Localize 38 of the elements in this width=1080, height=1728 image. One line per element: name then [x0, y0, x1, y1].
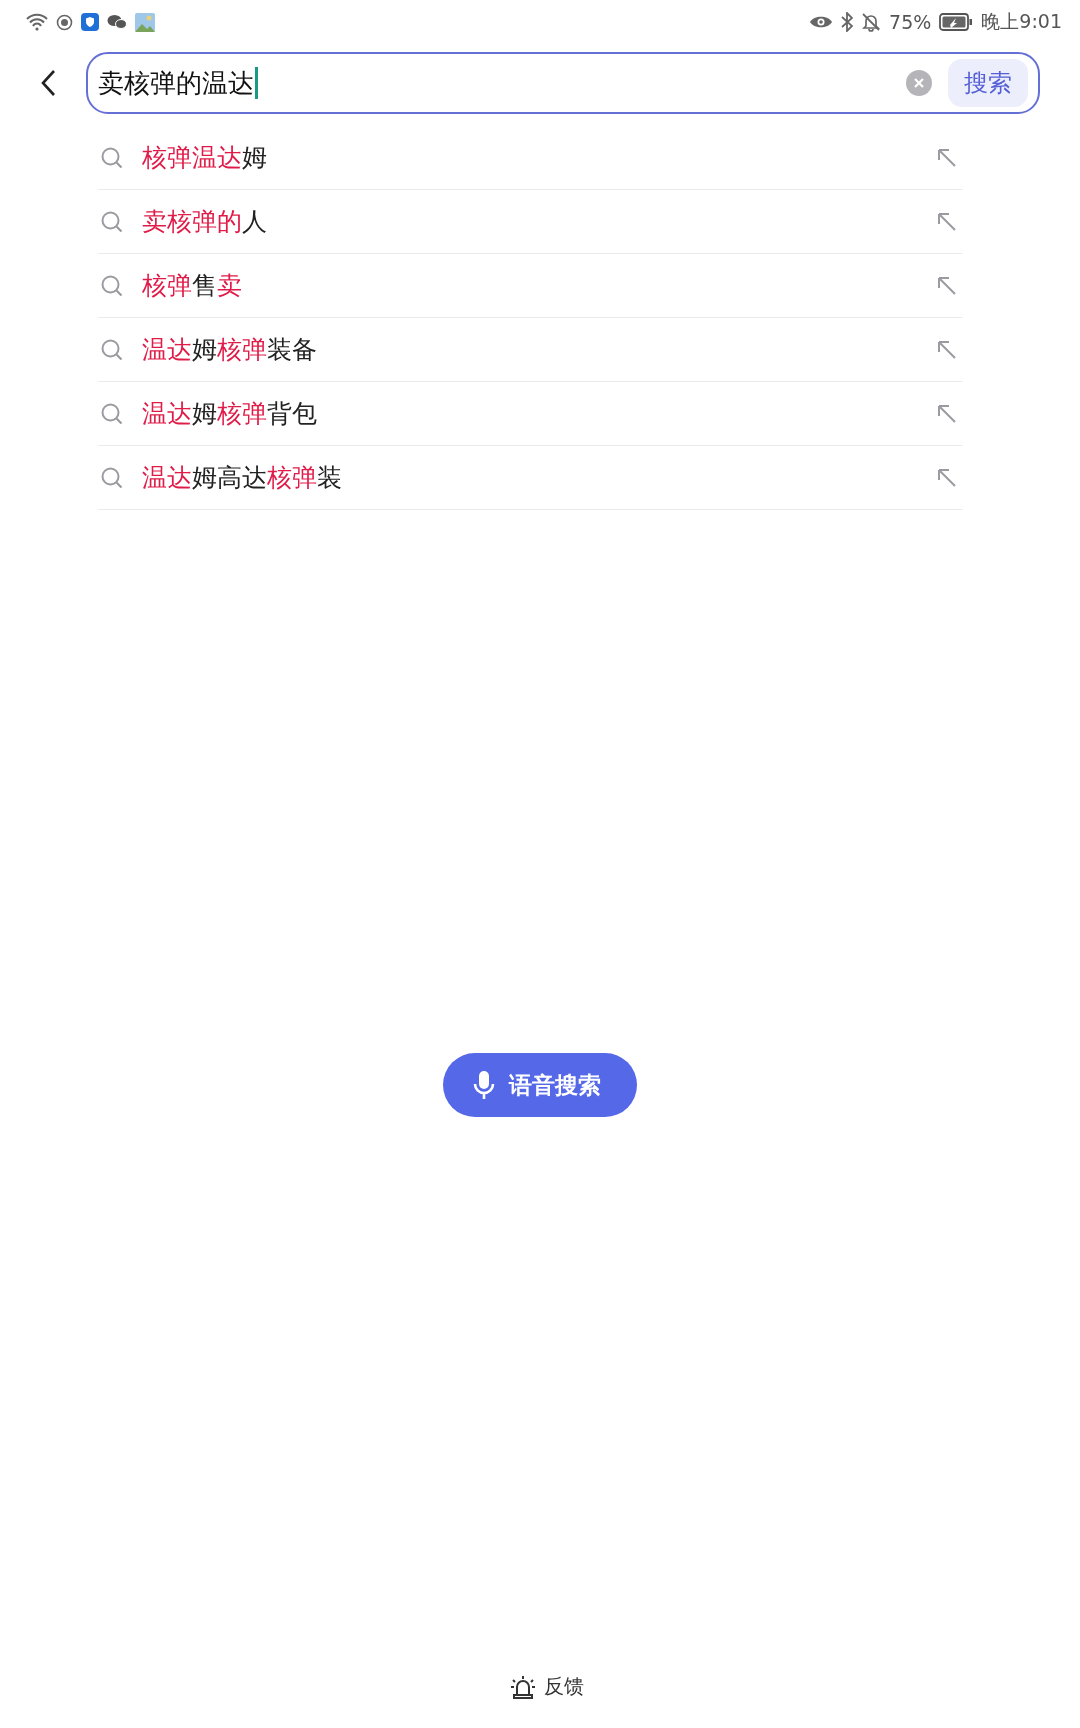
- alarm-light-icon[interactable]: [510, 1674, 536, 1699]
- clear-icon[interactable]: [906, 70, 932, 96]
- suggestion-item[interactable]: 温达姆核弹装备: [142, 333, 937, 366]
- voice-search-button[interactable]: 语音搜索: [443, 1053, 637, 1117]
- suggestion-item[interactable]: 温达姆高达核弹装: [142, 461, 937, 494]
- eye-icon: [809, 14, 834, 30]
- microphone-icon: [473, 1070, 495, 1100]
- search-icon: [100, 145, 124, 170]
- search-icon: [100, 337, 124, 362]
- wifi-icon: [26, 13, 48, 31]
- search-button[interactable]: 搜索: [948, 59, 1028, 107]
- chat-icon: [107, 14, 127, 30]
- suggestion-item[interactable]: 卖核弹的人: [142, 205, 937, 238]
- fill-query-arrow-icon[interactable]: [937, 339, 957, 360]
- bell-off-icon: [861, 12, 882, 32]
- fill-query-arrow-icon[interactable]: [937, 275, 957, 296]
- gallery-icon: [135, 12, 155, 32]
- search-icon: [100, 209, 124, 234]
- record-icon: [56, 13, 73, 31]
- shield-app-icon: [81, 13, 99, 31]
- feedback-link[interactable]: 反馈: [544, 1673, 584, 1700]
- fill-query-arrow-icon[interactable]: [937, 211, 957, 232]
- fill-query-arrow-icon[interactable]: [937, 147, 957, 168]
- fill-query-arrow-icon[interactable]: [937, 467, 957, 488]
- search-input-text: 卖核弹的温达: [98, 66, 254, 100]
- back-icon[interactable]: [40, 69, 56, 97]
- clock: 晚上9:01: [981, 9, 1062, 34]
- suggestion-item[interactable]: 温达姆核弹背包: [142, 397, 937, 430]
- search-icon: [100, 401, 124, 426]
- search-icon: [100, 465, 124, 490]
- battery-icon: [939, 13, 974, 31]
- search-field[interactable]: 卖核弹的温达 搜索: [86, 52, 1040, 114]
- suggestion-item[interactable]: 核弹温达姆: [142, 141, 937, 174]
- fill-query-arrow-icon[interactable]: [937, 403, 957, 424]
- battery-percent: 75%: [889, 11, 932, 33]
- suggestion-item[interactable]: 核弹售卖: [142, 269, 937, 302]
- bluetooth-icon: [841, 12, 854, 32]
- search-icon: [100, 273, 124, 298]
